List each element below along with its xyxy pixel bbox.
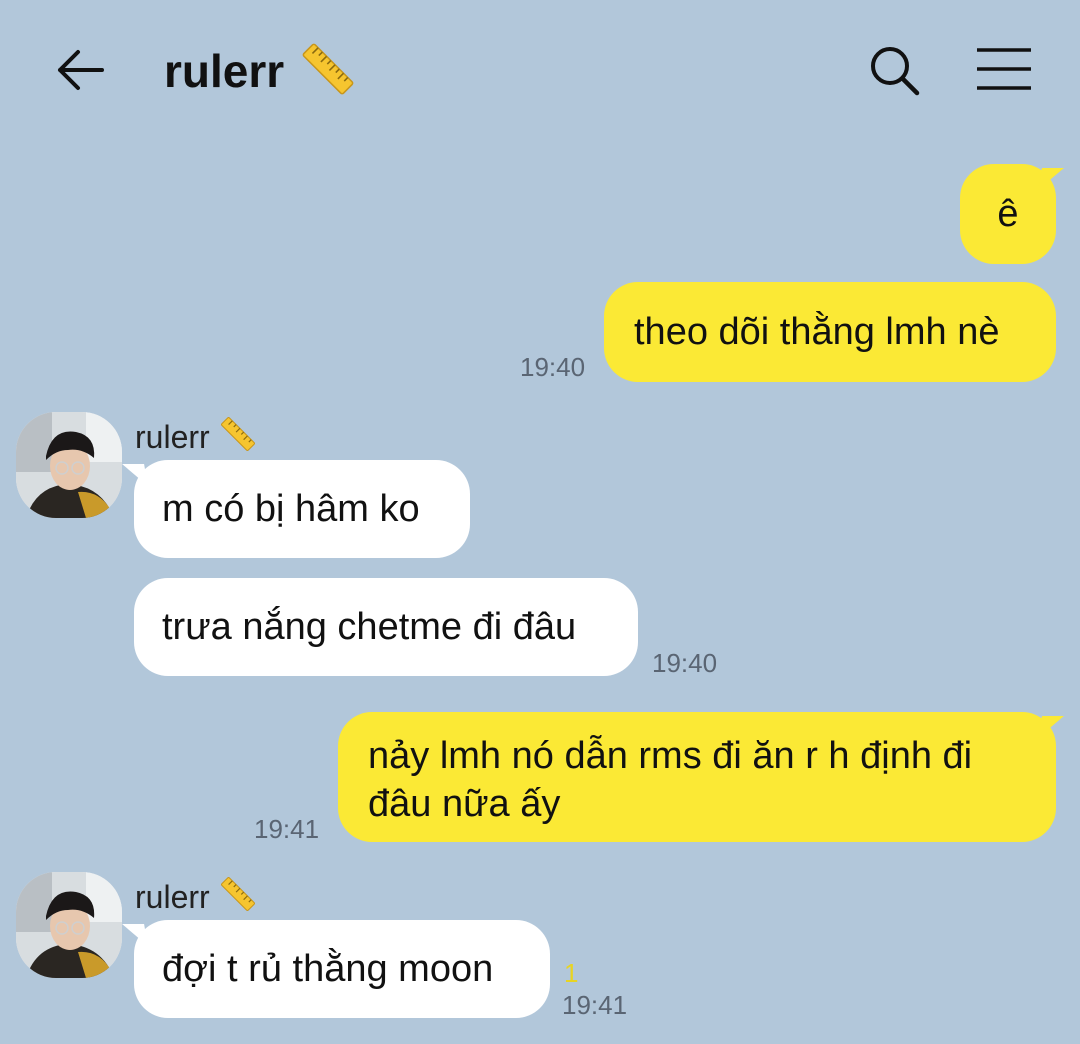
message-text: theo dõi thằng lmh nè — [634, 311, 1000, 353]
ruler-emoji-icon — [218, 414, 258, 459]
user-photo-icon — [16, 412, 122, 518]
sender-name-row: rulerr — [135, 414, 258, 459]
search-button[interactable] — [866, 42, 922, 98]
bubble-tail — [1038, 168, 1064, 190]
bubble-tail — [1038, 716, 1064, 738]
back-button[interactable] — [52, 44, 108, 96]
sender-name-row: rulerr — [135, 874, 258, 919]
sender-name: rulerr — [135, 418, 210, 455]
avatar[interactable] — [16, 872, 122, 978]
message-bubble-incoming[interactable]: trưa nắng chetme đi đâu — [134, 578, 638, 676]
avatar[interactable] — [16, 412, 122, 518]
menu-button[interactable] — [974, 46, 1034, 92]
chat-title-text: rulerr — [164, 45, 285, 97]
message-text-line: nảy lmh nó dẫn rms đi ăn r h định đi — [368, 735, 973, 777]
message-timestamp: 19:41 — [562, 990, 628, 1020]
message-bubble-outgoing[interactable]: theo dõi thằng lmh nè — [604, 282, 1056, 382]
search-icon — [871, 47, 920, 96]
ruler-emoji-icon — [218, 874, 258, 919]
hamburger-menu-icon — [977, 48, 1031, 90]
message-bubble-incoming[interactable]: đợi t rủ thằng moon — [134, 920, 550, 1018]
unread-count: 1 — [564, 958, 579, 988]
message-bubble-outgoing[interactable]: nảy lmh nó dẫn rms đi ăn r h định đi đâu… — [338, 712, 1056, 842]
user-photo-icon — [16, 872, 122, 978]
message-text: ê — [997, 193, 1019, 235]
message-bubble-incoming[interactable]: m có bị hâm ko — [134, 460, 470, 558]
message-text-line: đâu nữa ấy — [368, 783, 561, 825]
message-timestamp: 19:41 — [254, 814, 320, 844]
message-timestamp: 19:40 — [520, 352, 586, 382]
chat-title: rulerr — [164, 43, 358, 97]
back-arrow-icon — [58, 50, 104, 90]
ruler-emoji-icon — [298, 39, 358, 104]
message-text: đợi t rủ thằng moon — [162, 948, 494, 990]
message-text: m có bị hâm ko — [162, 488, 420, 530]
message-text: trưa nắng chetme đi đâu — [162, 606, 577, 648]
sender-name: rulerr — [135, 878, 210, 915]
message-timestamp: 19:40 — [652, 648, 718, 678]
